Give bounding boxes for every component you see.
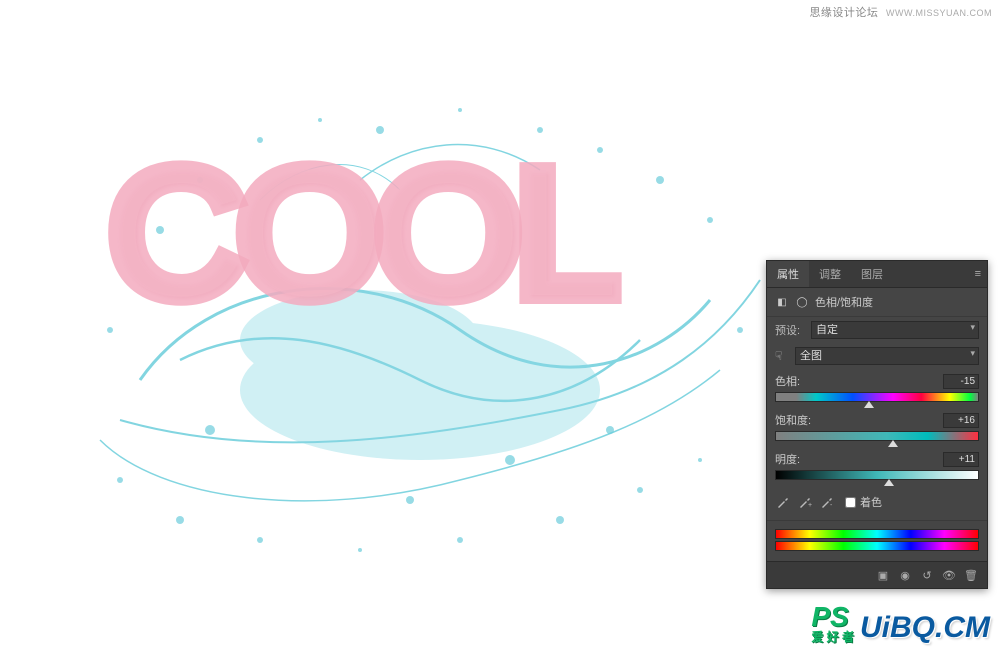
lightness-thumb[interactable] [884, 479, 894, 486]
lightness-slider-row: 明度: [767, 447, 987, 486]
hue-value[interactable] [943, 374, 979, 389]
view-previous-icon[interactable]: ◉ [895, 566, 915, 584]
mask-icon: ◯ [795, 295, 809, 309]
lightness-track[interactable] [775, 470, 979, 480]
hue-range-bar-bottom[interactable] [775, 541, 979, 551]
tab-layers[interactable]: 图层 [851, 261, 893, 287]
saturation-thumb[interactable] [888, 440, 898, 447]
colorize-label: 着色 [860, 494, 882, 510]
panel-tabs: 属性 调整 图层 ≡ [767, 261, 987, 288]
delete-icon[interactable]: 🗑 [961, 566, 981, 584]
lightness-value[interactable] [943, 452, 979, 467]
target-adjust-icon[interactable]: ☟ [775, 349, 789, 363]
adjustment-type-icon: ◧ [775, 295, 789, 309]
ps-watermark-main: PS [811, 601, 848, 632]
hue-slider-row: 色相: [767, 369, 987, 408]
clip-to-layer-icon[interactable]: ▣ [873, 566, 893, 584]
eyedropper-subtract-icon[interactable]: - [819, 494, 835, 510]
channel-select[interactable]: 全图 [795, 347, 979, 365]
saturation-value[interactable] [943, 413, 979, 428]
preset-select[interactable]: 自定 [811, 321, 979, 339]
hue-thumb[interactable] [864, 401, 874, 408]
adjustment-title: 色相/饱和度 [815, 294, 873, 310]
ps-watermark: PS 爱 好 者 [811, 603, 854, 643]
eyedropper-add-icon[interactable]: + [797, 494, 813, 510]
bottom-watermarks: PS 爱 好 者 UiBQ.CM [811, 603, 990, 643]
svg-text:+: + [808, 502, 812, 509]
hue-label: 色相: [775, 373, 800, 389]
hue-range-bar-top[interactable] [775, 529, 979, 539]
tab-properties[interactable]: 属性 [767, 261, 809, 287]
colorize-input[interactable] [845, 497, 856, 508]
reset-icon[interactable]: ↺ [917, 566, 937, 584]
eyedropper-icon[interactable] [775, 494, 791, 510]
artwork-text: COOL [108, 130, 610, 337]
saturation-label: 饱和度: [775, 412, 811, 428]
preset-label: 预设: [775, 322, 805, 338]
colorize-checkbox[interactable]: 着色 [845, 494, 882, 510]
saturation-track[interactable] [775, 431, 979, 441]
svg-text:-: - [830, 502, 833, 509]
tab-adjustments[interactable]: 调整 [809, 261, 851, 287]
toggle-visibility-icon[interactable]: 👁 [939, 566, 959, 584]
preset-row: 预设: 自定 [767, 317, 987, 343]
adjustment-header: ◧ ◯ 色相/饱和度 [767, 288, 987, 317]
uibo-watermark: UiBQ.CM [860, 613, 990, 643]
eyedropper-row: + - 着色 [767, 486, 987, 521]
hue-range-bars [767, 521, 987, 561]
saturation-slider-row: 饱和度: [767, 408, 987, 447]
properties-panel: 属性 调整 图层 ≡ ◧ ◯ 色相/饱和度 预设: 自定 ☟ 全图 色相: [766, 260, 988, 589]
panel-menu-icon[interactable]: ≡ [969, 264, 987, 284]
channel-row: ☟ 全图 [767, 343, 987, 369]
hue-track[interactable] [775, 392, 979, 402]
panel-footer: ▣ ◉ ↺ 👁 🗑 [767, 561, 987, 588]
lightness-label: 明度: [775, 451, 800, 467]
ps-watermark-sub: 爱 好 者 [811, 631, 854, 643]
